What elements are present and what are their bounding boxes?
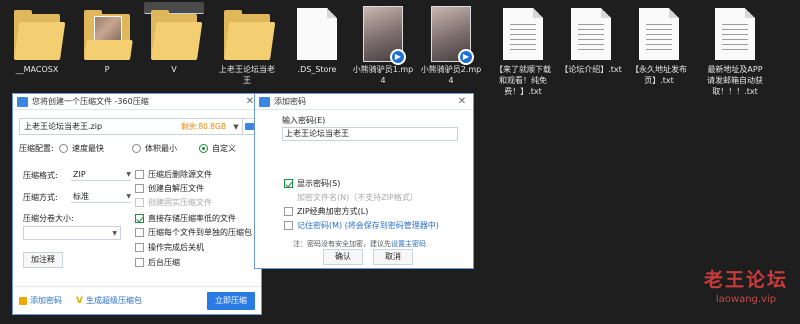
chevron-down-icon: ▼ xyxy=(126,171,131,178)
checkbox-delete-source[interactable]: 压缩后删除源文件 xyxy=(135,169,212,180)
compress-dialog-footer: 添加密码 V 生成超级压缩包 立即压缩 xyxy=(13,286,261,314)
split-size-label: 压缩分卷大小: xyxy=(23,214,74,223)
file-grid: __MACOSX P V 上老王论坛当老王 .DS_Store ▶ 小熊骑驴员1… xyxy=(0,0,800,96)
checkbox-shutdown-after[interactable]: 操作完成后关机 xyxy=(135,242,204,253)
add-comment-button[interactable]: 加注释 xyxy=(23,252,63,268)
app-icon xyxy=(17,96,28,107)
file-name: 小熊骑驴员1.mp4 xyxy=(352,65,414,85)
split-size-select[interactable]: ▼ xyxy=(23,226,121,240)
chevron-down-icon: ▼ xyxy=(126,193,131,200)
method-label: 压缩方式: xyxy=(23,193,58,202)
folder-photo-icon xyxy=(84,10,133,60)
file-item-ds-store[interactable]: .DS_Store xyxy=(284,2,350,94)
text-file-icon xyxy=(639,8,679,60)
file-name: V xyxy=(171,65,177,74)
file-item-txt-3[interactable]: 【永久地址发布页】.txt xyxy=(626,2,692,94)
text-file-icon xyxy=(715,8,755,60)
app-icon xyxy=(259,96,270,107)
file-item-txt-1[interactable]: 【来了就顺下载和观看！纯免费！】.txt xyxy=(490,2,556,96)
file-name: 小熊骑驴员2.mp4 xyxy=(420,65,482,85)
password-dialog-titlebar[interactable]: 添加密码 ✕ xyxy=(255,94,473,110)
file-name: .DS_Store xyxy=(297,65,337,74)
radio-smallest[interactable]: 体积最小 xyxy=(132,143,177,154)
confirm-button[interactable]: 确认 xyxy=(323,249,363,265)
radio-fastest[interactable]: 速度最快 xyxy=(59,143,104,154)
folder-icon xyxy=(244,123,255,130)
checkbox-encrypt-filenames: 加密文件名(N)（不支持ZIP格式） xyxy=(297,193,418,202)
add-password-link[interactable]: 添加密码 xyxy=(19,295,62,306)
compress-config-row: 压缩配置: 速度最快 体积最小 自定义 xyxy=(19,141,257,155)
method-select[interactable]: 标准 ▼ xyxy=(71,191,131,203)
folder-icon xyxy=(14,10,66,60)
text-file-icon xyxy=(503,8,543,60)
chevron-down-icon[interactable]: ▼ xyxy=(230,123,242,131)
watermark: 老王论坛 laowang.vip xyxy=(704,268,788,308)
file-item-txt-4[interactable]: 最新地址及APP请发邮箱自动获取！！！.txt xyxy=(702,2,768,96)
radio-custom[interactable]: 自定义 xyxy=(199,143,236,154)
file-name: 【来了就顺下载和观看！纯免费！】.txt xyxy=(495,65,551,96)
security-note: 注：密码没有安全加密，建议先设置主密码 xyxy=(293,240,426,248)
checkbox-store-low-ratio[interactable]: 直接存储压缩率低的文件 xyxy=(135,213,236,224)
file-item-folder[interactable]: 上老王论坛当老王 xyxy=(214,2,280,94)
format-select[interactable]: ZIP ▼ xyxy=(71,169,131,181)
folder-icon xyxy=(224,10,276,60)
file-item-p[interactable]: P xyxy=(74,2,140,94)
compress-dialog-titlebar[interactable]: 您将创建一个压缩文件 -360压缩 ✕ xyxy=(13,94,261,110)
file-item-txt-2[interactable]: 【论坛介绍】.txt xyxy=(558,2,624,94)
file-name: 【论坛介绍】.txt xyxy=(560,65,622,74)
checkbox-self-extract[interactable]: 创建自解压文件 xyxy=(135,183,204,194)
close-button[interactable]: ✕ xyxy=(455,95,469,109)
super-archive-link[interactable]: V 生成超级压缩包 xyxy=(76,295,142,306)
file-name: __MACOSX xyxy=(15,65,59,74)
file-name: 【永久地址发布页】.txt xyxy=(631,65,687,85)
video-thumbnail-icon: ▶ xyxy=(363,6,406,65)
free-space-label: 剩余:80.8GB xyxy=(180,122,226,131)
document-icon xyxy=(297,8,337,60)
config-label: 压缩配置: xyxy=(19,143,54,153)
password-label: 输入密码(E) xyxy=(282,116,326,125)
output-path-text[interactable]: 上老王论坛当老王.zip xyxy=(24,121,181,132)
checkbox-separate-archives[interactable]: 压缩每个文件到单独的压缩包 xyxy=(135,227,252,238)
add-password-dialog: 添加密码 ✕ 输入密码(E) 上老王论坛当老王 显示密码(S) 加密文件名(N)… xyxy=(254,93,474,269)
folder-icon xyxy=(151,10,203,60)
cancel-button[interactable]: 取消 xyxy=(373,249,413,265)
checkbox-remember-password[interactable]: 记住密码(M) (将会保存到密码管理器中) xyxy=(284,220,439,231)
checkbox-solid-archive: 创建固实压缩文件 xyxy=(135,197,212,208)
file-item-video-2[interactable]: ▶ 小熊骑驴员2.mp4 xyxy=(418,2,484,94)
checkbox-zip-classic[interactable]: ZIP经典加密方式(L) xyxy=(284,206,368,217)
file-item-video-1[interactable]: ▶ 小熊骑驴员1.mp4 xyxy=(350,2,416,94)
file-name: 上老王论坛当老王 xyxy=(219,65,275,85)
file-name: P xyxy=(104,65,110,74)
set-master-password-link[interactable]: 设置主密码 xyxy=(391,240,426,248)
lock-icon xyxy=(19,296,27,305)
checkbox-show-password[interactable]: 显示密码(S) xyxy=(284,178,340,189)
file-name: 最新地址及APP请发邮箱自动获取！！！.txt xyxy=(707,65,763,96)
compress-now-button[interactable]: 立即压缩 xyxy=(207,291,255,310)
file-item-v[interactable]: V xyxy=(144,2,204,74)
watermark-title: 老王论坛 xyxy=(703,269,788,291)
compress-dialog: 您将创建一个压缩文件 -360压缩 ✕ 上老王论坛当老王.zip 剩余:80.8… xyxy=(12,93,262,315)
checkbox-background[interactable]: 后台压缩 xyxy=(135,257,180,268)
chevron-down-icon: ▼ xyxy=(112,229,117,237)
password-input[interactable]: 上老王论坛当老王 xyxy=(282,127,458,141)
dialog-title: 添加密码 xyxy=(274,97,306,106)
dialog-title: 您将创建一个压缩文件 -360压缩 xyxy=(32,97,149,106)
v-badge-icon: V xyxy=(76,295,83,306)
watermark-url: laowang.vip xyxy=(715,294,777,305)
format-label: 压缩格式: xyxy=(23,171,58,180)
video-thumbnail-icon: ▶ xyxy=(431,6,474,65)
output-path-field[interactable]: 上老王论坛当老王.zip 剩余:80.8GB ▼ xyxy=(19,118,257,135)
file-item-macosx[interactable]: __MACOSX xyxy=(4,2,70,94)
text-file-icon xyxy=(571,8,611,60)
